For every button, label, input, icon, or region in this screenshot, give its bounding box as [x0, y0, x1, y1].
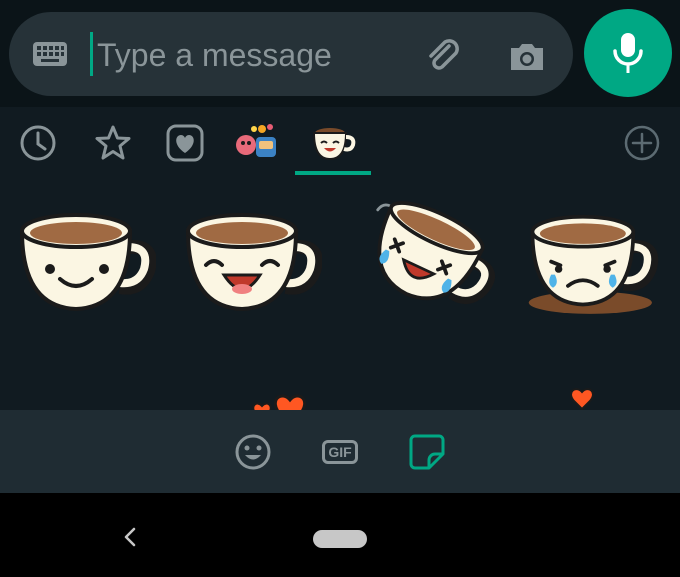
composer-bar: Type a message: [0, 0, 680, 107]
coffee-sticker-partial-1[interactable]: [26, 375, 166, 410]
coffee-love-sticker-partial[interactable]: [190, 357, 330, 410]
star-icon[interactable]: [89, 119, 137, 167]
text-cursor: [90, 32, 93, 76]
camera-icon[interactable]: [505, 34, 549, 78]
microphone-icon: [613, 33, 643, 73]
back-chevron-icon[interactable]: [118, 523, 142, 551]
sticker-pack-thumbnail[interactable]: [232, 119, 280, 167]
sticker-tabs: [0, 107, 680, 177]
smiley-icon[interactable]: [231, 430, 275, 474]
paperclip-icon[interactable]: [421, 34, 465, 78]
coffee-sad-sticker[interactable]: [525, 205, 665, 335]
coffee-heart-sticker-partial[interactable]: [530, 357, 670, 410]
heart-icon[interactable]: [161, 119, 209, 167]
picker-type-bar: GIF: [0, 410, 680, 493]
coffee-crying-laughing-sticker[interactable]: [356, 195, 496, 325]
coffee-laughing-sticker[interactable]: [182, 207, 322, 337]
home-pill[interactable]: [313, 530, 367, 548]
message-input[interactable]: Type a message: [97, 33, 332, 77]
plus-circle-icon[interactable]: [618, 119, 666, 167]
coffee-cup-thumbnail[interactable]: [309, 119, 357, 167]
message-input-container[interactable]: Type a message: [9, 12, 573, 96]
coffee-latte-sticker-partial[interactable]: [358, 375, 498, 410]
keyboard-icon[interactable]: [31, 38, 69, 70]
clock-icon[interactable]: [14, 119, 62, 167]
selected-tab-indicator: [295, 171, 371, 175]
gif-button[interactable]: GIF: [318, 430, 362, 474]
gif-label: GIF: [322, 440, 358, 464]
sticker-panel: [0, 107, 680, 410]
microphone-button[interactable]: [584, 9, 672, 97]
sticker-icon[interactable]: [405, 430, 449, 474]
coffee-smile-sticker[interactable]: [16, 207, 156, 337]
